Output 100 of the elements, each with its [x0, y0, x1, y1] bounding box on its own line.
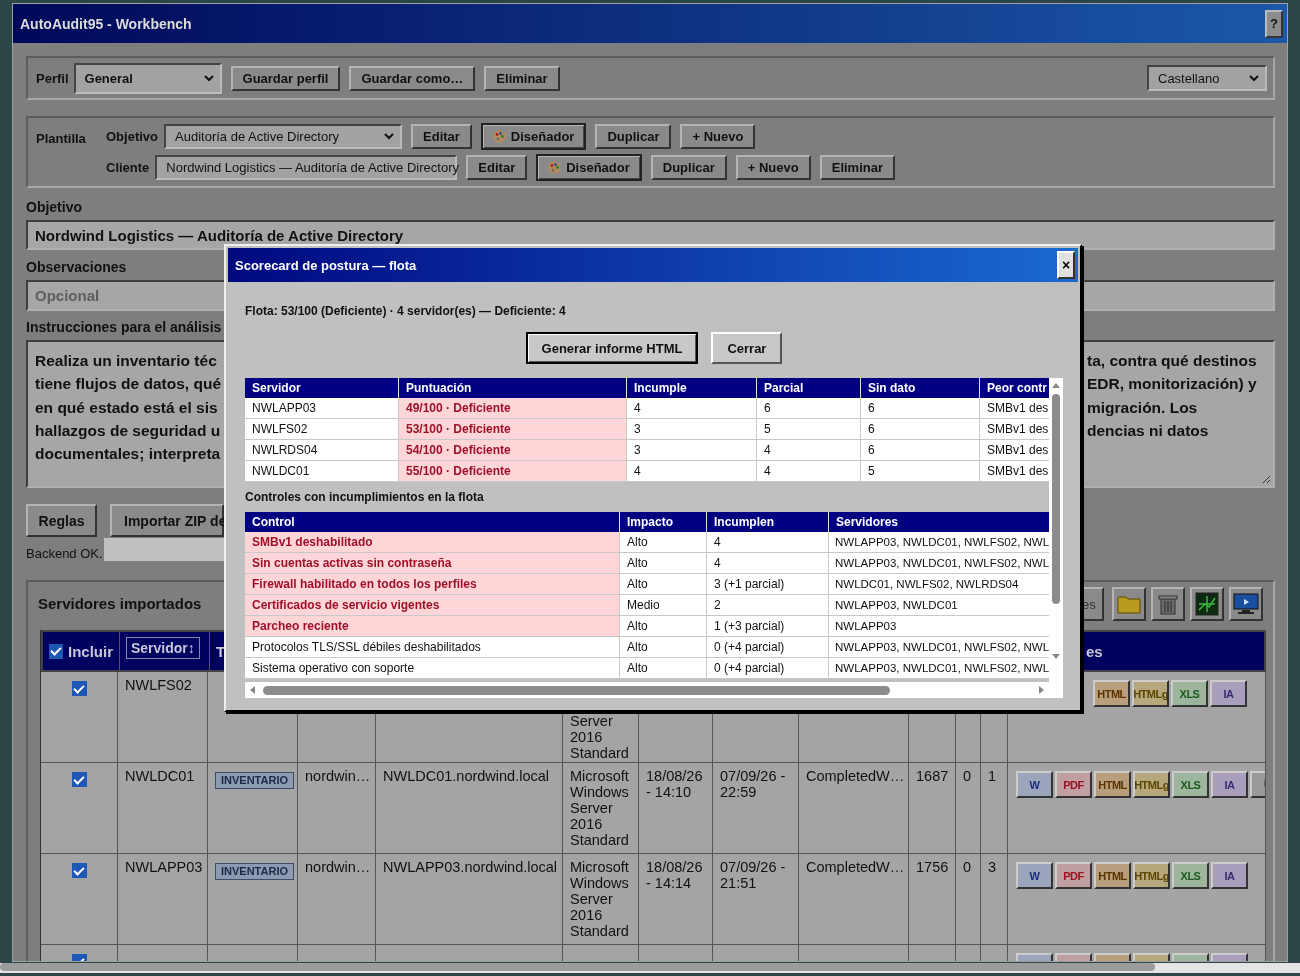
table-cell: 0 (+4 parcial) [714, 640, 785, 654]
instructions-text: dencias ni datos [1087, 420, 1210, 441]
sort-button[interactable]: Servidor↕ [126, 637, 200, 659]
export-button[interactable]: HTML [1094, 862, 1131, 889]
palette-icon [492, 130, 506, 143]
template-select[interactable]: Auditoría de Active Directory [164, 124, 402, 149]
column-header: Servidores [836, 515, 899, 529]
caret-icon [1249, 74, 1259, 82]
profile-select[interactable]: General [73, 62, 222, 94]
folder-icon[interactable] [1112, 587, 1146, 621]
help-button[interactable]: ? [1265, 9, 1283, 38]
export-button[interactable]: W [1016, 771, 1053, 798]
control-cell: Certificados de servicio vigentes [252, 598, 440, 612]
export-button[interactable]: XLS [1172, 771, 1209, 798]
template-button[interactable]: + Nuevo [735, 155, 811, 180]
dialog-button[interactable]: Generar informe HTML [525, 332, 699, 364]
table-cell: NWLAPP03 [252, 401, 317, 415]
table-cell: NWLAPP03, NWLDC01 [835, 599, 958, 611]
table-cell: 07/09/26 - 22:59 [713, 763, 799, 854]
template-button[interactable]: + Nuevo [680, 124, 756, 149]
table-cell: nordwin… [298, 763, 376, 854]
export-button[interactable]: HTMLg [1133, 771, 1170, 798]
export-button[interactable]: IA [1211, 862, 1248, 889]
monitor-icon[interactable] [1229, 587, 1263, 621]
template-button[interactable]: Editar [466, 155, 528, 180]
status-text: Backend OK. [26, 546, 103, 561]
table-cell: NWLFS02 [252, 422, 308, 436]
horizontal-scrollbar[interactable] [0, 963, 1300, 973]
export-button[interactable]: XLS [1172, 862, 1209, 889]
scroll-left-icon[interactable] [249, 685, 255, 695]
palette-icon [548, 161, 562, 174]
export-button[interactable]: PDF [1055, 771, 1092, 798]
template-select[interactable]: Nordwind Logistics — Auditoría de Active Directory [155, 155, 458, 180]
template-button[interactable]: Diseñador [480, 123, 587, 150]
export-button[interactable]: IA [1211, 771, 1248, 798]
control-cell: Parcheo reciente [252, 619, 349, 633]
template-button[interactable]: Diseñador [536, 154, 642, 181]
table-cell: NWLDC01 [118, 763, 208, 854]
scroll-up-icon[interactable] [1051, 382, 1061, 388]
export-button[interactable]: HTML [1093, 680, 1130, 707]
export-button[interactable]: HTMLg [1133, 862, 1170, 889]
select-all-checkbox[interactable] [49, 643, 63, 659]
trash-icon[interactable] [1151, 587, 1185, 621]
table-cell: Medio [627, 598, 660, 612]
column-header: es [1086, 642, 1103, 660]
table-cell: NWLAPP03.nordwind.local [376, 854, 563, 945]
instructions-text: EDR, monitorización) y [1087, 374, 1258, 395]
table-cell: Alto [627, 577, 648, 591]
caret-icon [384, 133, 394, 140]
table-cell: 4 [634, 464, 641, 478]
resize-grip-icon [1262, 475, 1271, 484]
export-button[interactable]: HTML [1094, 771, 1131, 798]
column-header: Peor contr [987, 381, 1047, 395]
instructions-text: Realiza un inventario téc [35, 351, 218, 371]
column-header: Impacto [627, 515, 673, 529]
language-select[interactable]: Castellano [1147, 65, 1267, 91]
score-cell: 49/100 · Deficiente [406, 401, 511, 415]
profile-button[interactable]: Guardar como… [349, 65, 476, 91]
control-cell: Sin cuentas activas sin contraseña [252, 556, 452, 570]
row-checkbox[interactable] [71, 681, 87, 696]
scroll-right-icon[interactable] [1039, 685, 1045, 695]
control-cell: Protocolos TLS/SSL débiles deshabilitados [252, 640, 481, 654]
table-cell: 3 [981, 854, 1008, 945]
instructions-text: en qué estado está el sis [35, 397, 219, 418]
servers-title: Servidores importados [38, 595, 202, 612]
score-cell: 53/100 · Deficiente [406, 422, 511, 436]
table-cell: 18/08/26 - 14:14 [639, 854, 713, 945]
close-button[interactable]: × [1057, 251, 1075, 279]
table-cell: 1756 [909, 854, 956, 945]
template-button[interactable]: Editar [411, 124, 472, 149]
profile-button[interactable]: Guardar perfil [230, 65, 341, 91]
table-cell: NWLAPP03 [835, 620, 897, 632]
chart-icon[interactable] [1190, 587, 1224, 621]
profile-label: Perfil [36, 70, 69, 86]
template-button[interactable]: Duplicar [650, 155, 727, 180]
table-cell: NWLFS02 [118, 672, 208, 763]
scroll-down-icon[interactable] [1051, 654, 1061, 660]
table-cell: Alto [627, 640, 648, 654]
template-label: Plantilla [36, 131, 87, 148]
export-button[interactable]: W [1016, 862, 1053, 889]
export-button[interactable]: PDF [1055, 862, 1092, 889]
export-button[interactable]: XLS [1171, 680, 1208, 707]
action-button[interactable]: Reglas [26, 504, 97, 537]
column-header: Incluir [68, 642, 113, 660]
template-button[interactable]: Eliminar [819, 155, 895, 180]
column-header: Sin dato [868, 381, 916, 395]
row-checkbox[interactable] [71, 772, 87, 787]
window-title: AutoAudit95 - Workbench [20, 15, 192, 32]
control-cell: Firewall habilitado en todos los perfiles [252, 577, 477, 591]
row-checkbox[interactable] [71, 863, 87, 878]
table-cell: NWLDC01.nordwind.local [376, 763, 563, 854]
export-button[interactable]: HTMLg [1132, 680, 1169, 707]
profile-button[interactable]: Eliminar [484, 65, 560, 91]
table-cell: NWLAPP03 [118, 854, 208, 945]
table-cell: 5 [764, 422, 771, 436]
template-button[interactable]: Duplicar [595, 124, 672, 149]
table-cell: 0 [956, 763, 981, 854]
export-button[interactable]: IA [1210, 680, 1247, 707]
dialog-button[interactable]: Cerrar [711, 332, 783, 364]
column-header: Incumplen [714, 515, 774, 529]
